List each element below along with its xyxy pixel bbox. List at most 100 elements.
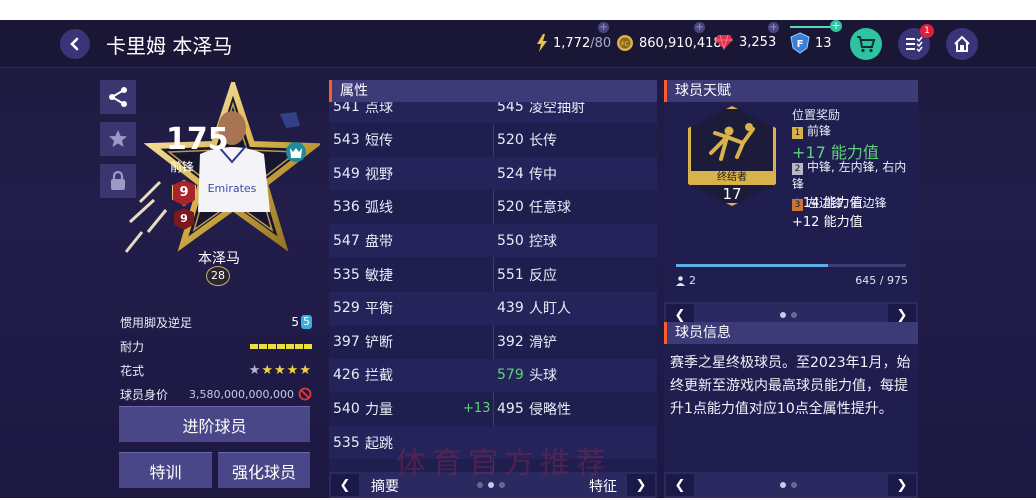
special-training-button[interactable]: 特训 [119,452,212,488]
value-amount: 3,580,000,000,000 [189,387,294,401]
stat-cell: 549 视野 [333,157,393,190]
stats-next-button[interactable]: ❯ [627,474,655,496]
stat-cell: 520 任意球 [497,191,571,224]
stats-next-label[interactable]: 特征 [589,476,617,496]
owned-value: 2 [689,274,696,287]
player-info-text: 赛季之星终极球员。至2023年1月，始终更新至游戏内最高球员能力值，每提升1点能… [670,355,911,417]
bicycle-kick-icon [709,123,755,161]
stat-cell: 520 长传 [497,124,557,157]
stat-value: 550 [497,232,524,249]
stat-value: 579 [497,367,524,384]
info-prev-button[interactable]: ❮ [666,474,694,496]
stamina-bar [250,343,312,349]
stat-value: 535 [333,266,360,283]
prohibited-icon[interactable] [298,387,312,401]
value-label: 球员身价 [120,387,169,402]
position-bonus: 1 前锋 +17 能力值 [792,122,879,163]
skill-row: 花式 ★★★★★ [120,360,312,380]
stat-row: 535 起跳 [329,426,657,459]
add-stamina-button[interactable]: + [598,22,609,33]
stat-cell: 545 凌空抽射 [497,102,585,123]
home-icon [954,35,970,52]
stat-cell: 495 侵略性 [497,392,571,425]
gems-value: 3,253 [739,34,777,50]
stat-name: 任意球 [529,200,571,217]
stat-cell: 541 点球 [333,102,393,123]
stat-value: 392 [497,333,524,350]
stat-name: 铲断 [365,334,393,351]
foot-row: 惯用脚及逆足 5 5 [120,312,312,332]
stat-name: 反应 [529,267,557,284]
stat-row: 543 短传 520 长传 [329,124,657,157]
add-level-button[interactable]: + [830,20,842,32]
stat-cell: 392 滑铲 [497,325,557,358]
tasks-button[interactable]: 1 [898,24,934,60]
finisher-badge[interactable]: 终结者 17 [688,106,776,206]
back-button[interactable] [60,29,90,59]
shop-button[interactable] [850,28,882,60]
stat-cell: 543 短传 [333,124,393,157]
stat-name: 短传 [365,133,393,150]
badge-level: 17 [722,185,742,203]
stat-name: 长传 [529,133,557,150]
stat-row: 426 拦截 579 头球 [329,358,657,392]
stat-name: 人盯人 [529,301,571,318]
stat-name: 侵略性 [529,401,571,418]
talent-page-dots [780,312,797,318]
stat-row: 536 弧线 520 任意球 [329,191,657,224]
stats-panel[interactable]: 541 点球 545 凌空抽射 543 短传 520 长传 549 视野 524 传中 536 弧线 520… [329,102,657,498]
stat-value: 536 [333,199,360,216]
star-card-frame: Emirates [124,76,323,253]
stat-name: 滑铲 [529,334,557,351]
talent-progress-track [676,264,906,267]
stat-value: 535 [333,434,360,451]
stat-name: 传中 [529,166,557,183]
page-title: 卡里姆 本泽马 [106,34,233,58]
stat-boost: +13 [463,401,491,417]
info-page-dots [780,482,797,488]
stat-name: 盘带 [365,233,393,250]
stamina-label: 耐力 [120,339,145,354]
info-next-button[interactable]: ❯ [888,474,916,496]
stat-value: 520 [497,132,524,149]
stat-cell: 540 力量 [333,392,393,425]
advance-player-button[interactable]: 进阶球员 [119,406,310,442]
bonus-value: +12 能力值 [792,215,863,230]
fc-shield-icon: F [790,32,810,54]
info-panel: 赛季之星终极球员。至2023年1月，始终更新至游戏内最高球员能力值，每提升1点能… [664,344,918,498]
coins-counter[interactable]: FC 860,910,418 + [616,22,722,52]
stat-row: 549 视野 524 传中 [329,157,657,191]
stat-name: 起跳 [365,435,393,452]
player-card[interactable]: Emirates 175 前锋 9 9 本泽马 28 [120,76,323,286]
stamina-counter[interactable]: 1,772/80 + [536,22,611,52]
stat-name: 敏捷 [365,267,393,284]
stat-name: 力量 [365,401,393,418]
home-button[interactable] [946,28,978,60]
foot-label: 惯用脚及逆足 [120,315,193,330]
stat-name: 头球 [529,368,557,385]
enhance-player-button[interactable]: 强化球员 [218,452,310,488]
gems-counter[interactable]: 3,253 + [714,22,779,50]
add-gems-button[interactable]: + [768,22,779,33]
fc-level[interactable]: F 13 + [790,20,842,54]
stat-row: 547 盘带 550 控球 [329,224,657,258]
stat-value: 551 [497,266,524,283]
stat-value: 520 [497,199,524,216]
info-panel-header: 球员信息 [664,322,918,344]
stat-name: 点球 [365,102,393,116]
stats-panel-header: 属性 [329,80,657,102]
strong-foot-value: 5 [291,315,299,329]
stats-prev-label[interactable]: 摘要 [371,476,399,496]
add-coins-button[interactable]: + [694,22,705,33]
badge-label: 终结者 [691,171,773,185]
stat-name: 平衡 [365,301,393,318]
stat-name: 弧线 [365,200,393,217]
position-bonus: 3 左边锋, 右边锋 +12 能力值 [792,194,887,230]
stat-cell: 536 弧线 [333,191,393,224]
svg-text:Emirates: Emirates [208,182,257,195]
stat-name: 凌空抽射 [529,102,585,116]
stat-row: 535 敏捷 551 反应 [329,258,657,291]
stats-prev-button[interactable]: ❮ [331,474,359,496]
stat-cell: 426 拦截 [333,359,393,392]
stat-value: 541 [333,102,360,115]
